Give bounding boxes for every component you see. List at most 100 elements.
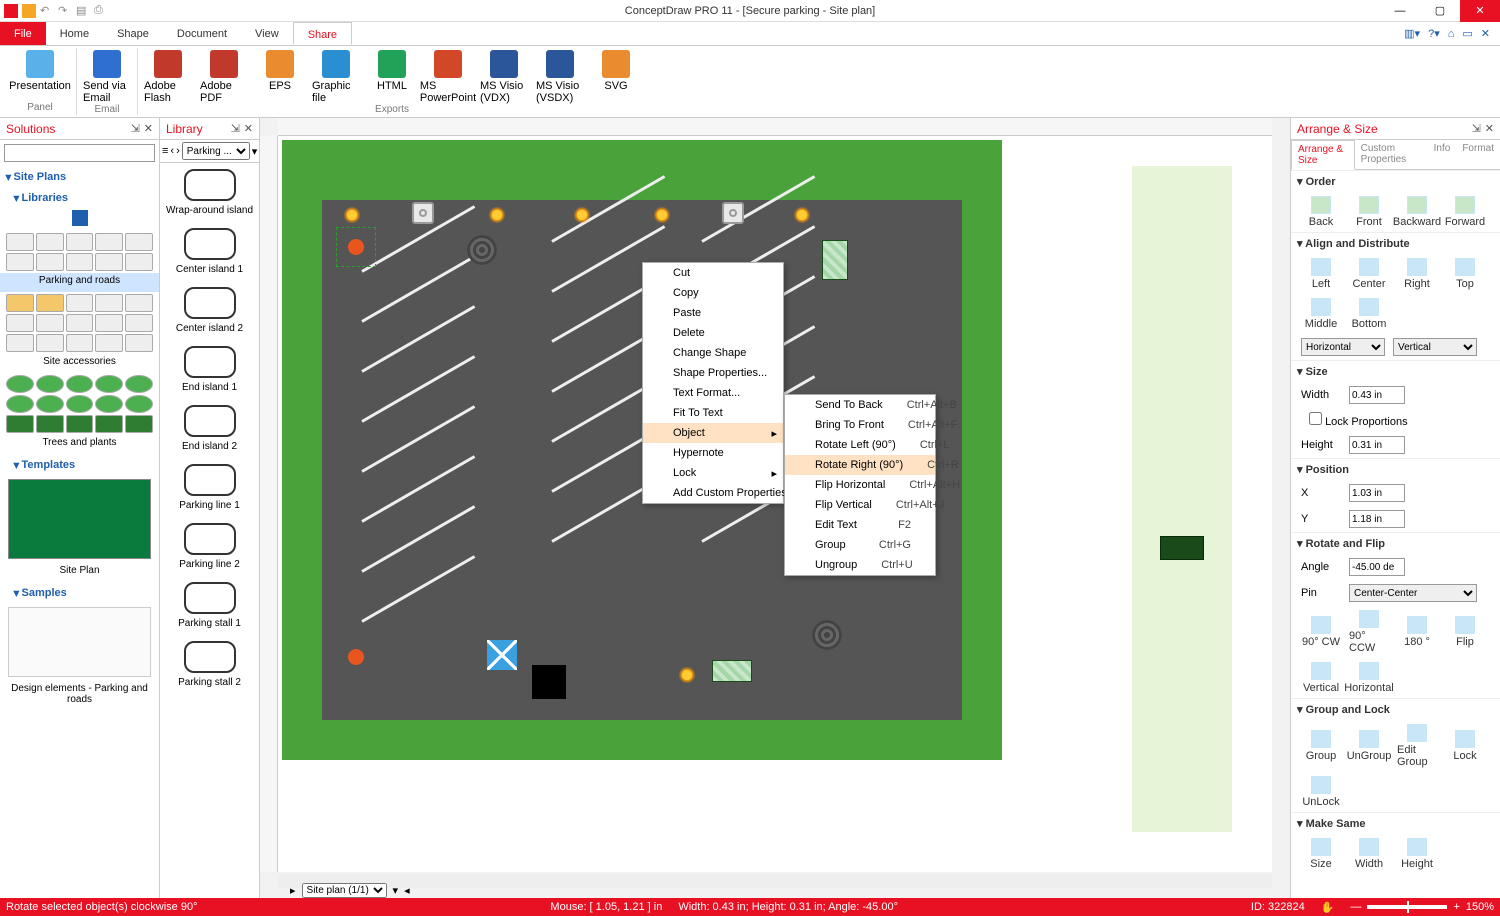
- menu-item[interactable]: Text Format...: [643, 383, 783, 403]
- tab-shape[interactable]: Shape: [103, 22, 163, 45]
- library-shape[interactable]: End island 1: [160, 340, 259, 399]
- library-shape[interactable]: Parking line 2: [160, 517, 259, 576]
- presentation-button[interactable]: Presentation: [10, 48, 70, 92]
- section-same[interactable]: Make Same: [1291, 812, 1500, 834]
- pin-select[interactable]: Center-Center: [1349, 584, 1477, 602]
- size-button[interactable]: Size: [1301, 838, 1341, 870]
- ungroup-button[interactable]: UnGroup: [1349, 730, 1389, 762]
- export-html[interactable]: HTML: [368, 48, 416, 92]
- export-graphic-file[interactable]: Graphic file: [312, 48, 360, 104]
- sheet-tabs[interactable]: ▸ Site plan (1/1) ▾◂: [290, 882, 410, 898]
- tab-document[interactable]: Document: [163, 22, 241, 45]
- angle-input[interactable]: [1349, 558, 1405, 576]
- right-button[interactable]: Right: [1397, 258, 1437, 290]
- arrange-tab-format[interactable]: Format: [1456, 140, 1500, 169]
- horizontal-scrollbar[interactable]: [278, 874, 1272, 888]
- zoom-in-icon[interactable]: +: [1453, 901, 1459, 913]
- lib-back-icon[interactable]: ‹: [170, 145, 174, 157]
- left-button[interactable]: Left: [1301, 258, 1341, 290]
- arrange-tab-info[interactable]: Info: [1428, 140, 1457, 169]
- tab-file[interactable]: File: [0, 22, 46, 45]
- top-button[interactable]: Top: [1445, 258, 1485, 290]
- section-position[interactable]: Position: [1291, 458, 1500, 480]
- stencil-solar-icon[interactable]: [1160, 536, 1204, 560]
- tab-home[interactable]: Home: [46, 22, 103, 45]
- lock-button[interactable]: Lock: [1445, 730, 1485, 762]
- unlock-button[interactable]: UnLock: [1301, 776, 1341, 808]
- stencil-box-icon[interactable]: [1165, 434, 1199, 468]
- menu-item[interactable]: Fit To Text: [643, 403, 783, 423]
- zoom-control[interactable]: — + 150%: [1350, 901, 1494, 913]
- menu-item[interactable]: Copy: [643, 283, 783, 303]
- lib-parking-thumbs[interactable]: [0, 231, 159, 273]
- library-shape[interactable]: Center island 1: [160, 222, 259, 281]
- menu-item[interactable]: Bring To FrontCtrl+Alt+F: [785, 415, 935, 435]
- menu-item[interactable]: Lock: [643, 463, 783, 483]
- group-button[interactable]: Group: [1301, 730, 1341, 762]
- vertical-button[interactable]: Vertical: [1301, 662, 1341, 694]
- menu-item[interactable]: UngroupCtrl+U: [785, 555, 935, 575]
- close-panel-icon[interactable]: ✕: [144, 122, 153, 135]
- height-input[interactable]: [1349, 436, 1405, 454]
- lib-accessories-thumbs[interactable]: [0, 292, 159, 354]
- x-input[interactable]: [1349, 484, 1405, 502]
- menu-item[interactable]: Flip HorizontalCtrl+Alt+H: [785, 475, 935, 495]
- library-shape[interactable]: Wrap-around island: [160, 163, 259, 222]
- menu-item[interactable]: Add Custom Properties: [643, 483, 783, 503]
- pin-icon[interactable]: ⇲: [1472, 122, 1481, 135]
- zoom-out-icon[interactable]: —: [1350, 901, 1361, 913]
- arrange-tab-custom[interactable]: Custom Properties: [1355, 140, 1428, 169]
- section-rotate[interactable]: Rotate and Flip: [1291, 532, 1500, 554]
- menu-item[interactable]: Delete: [643, 323, 783, 343]
- y-input[interactable]: [1349, 510, 1405, 528]
- pin-icon[interactable]: ⇲: [131, 122, 140, 135]
- tree-samples[interactable]: Samples: [0, 582, 159, 603]
- close-panel-icon[interactable]: ✕: [1485, 122, 1494, 135]
- tree-site-plans[interactable]: Site Plans: [0, 166, 159, 187]
- library-shape[interactable]: Parking stall 1: [160, 576, 259, 635]
- export-ms-visio-vdx-[interactable]: MS Visio (VDX): [480, 48, 528, 104]
- edit-group-button[interactable]: Edit Group: [1397, 724, 1437, 768]
- library-shape[interactable]: Parking stall 2: [160, 635, 259, 694]
- lib-trees-thumbs[interactable]: [0, 373, 159, 435]
- lib-label-trees[interactable]: Trees and plants: [0, 435, 159, 454]
- pin-icon[interactable]: ⇲: [231, 122, 240, 135]
- export-adobe-pdf[interactable]: Adobe PDF: [200, 48, 248, 104]
- front-button[interactable]: Front: [1349, 196, 1389, 228]
- library-shape[interactable]: Parking line 1: [160, 458, 259, 517]
- menu-item[interactable]: Flip VerticalCtrl+Alt+J: [785, 495, 935, 515]
- send-email-button[interactable]: Send via Email: [83, 48, 131, 104]
- section-order[interactable]: Order: [1291, 170, 1500, 192]
- sheet-menu-icon[interactable]: ▸: [290, 884, 296, 897]
- sheet-select[interactable]: Site plan (1/1): [302, 883, 387, 898]
- 90-ccw-button[interactable]: 90° CCW: [1349, 610, 1389, 654]
- help-icon[interactable]: ?▾: [1428, 27, 1440, 40]
- menu-item[interactable]: Send To BackCtrl+Alt+B: [785, 395, 935, 415]
- section-size[interactable]: Size: [1291, 360, 1500, 382]
- library-dropdown[interactable]: Parking ...: [182, 142, 250, 160]
- tree-libraries[interactable]: Libraries: [0, 187, 159, 208]
- lib-dropdown-icon[interactable]: ▾: [252, 145, 258, 158]
- export-svg[interactable]: SVG: [592, 48, 640, 92]
- library-shape[interactable]: End island 2: [160, 399, 259, 458]
- section-group[interactable]: Group and Lock: [1291, 698, 1500, 720]
- export-ms-visio-vsdx-[interactable]: MS Visio (VSDX): [536, 48, 584, 104]
- lib-label-accessories[interactable]: Site accessories: [0, 354, 159, 373]
- window-close-doc-icon[interactable]: ✕: [1481, 27, 1490, 40]
- tab-share[interactable]: Share: [293, 22, 352, 45]
- middle-button[interactable]: Middle: [1301, 298, 1341, 330]
- context-submenu-object[interactable]: Send To BackCtrl+Alt+BBring To FrontCtrl…: [784, 394, 936, 576]
- lib-label-parking[interactable]: Parking and roads: [0, 273, 159, 292]
- menu-item[interactable]: Shape Properties...: [643, 363, 783, 383]
- flip-button[interactable]: Flip: [1445, 616, 1485, 648]
- bottom-button[interactable]: Bottom: [1349, 298, 1389, 330]
- template-label[interactable]: Site Plan: [0, 563, 159, 582]
- solutions-search-input[interactable]: [4, 144, 155, 162]
- forward-button[interactable]: Forward: [1445, 196, 1485, 228]
- lib-fwd-icon[interactable]: ›: [176, 145, 180, 157]
- menu-item[interactable]: GroupCtrl+G: [785, 535, 935, 555]
- library-shape[interactable]: Center island 2: [160, 281, 259, 340]
- lock-proportions-checkbox[interactable]: Lock Proportions: [1309, 412, 1408, 428]
- selected-hydrant[interactable]: [344, 235, 368, 259]
- export-ms-powerpoint[interactable]: MS PowerPoint: [424, 48, 472, 104]
